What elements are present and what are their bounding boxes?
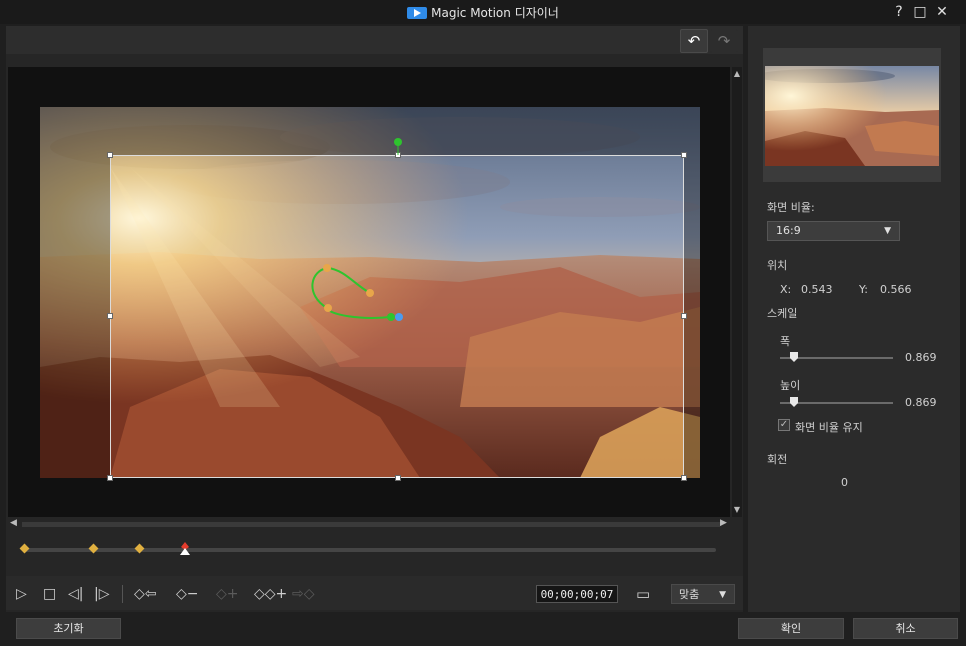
cancel-button[interactable]: 취소	[853, 618, 958, 639]
x-label: X:	[780, 283, 792, 296]
crop-handle-right[interactable]	[681, 313, 687, 319]
chevron-down-icon: ▼	[719, 590, 726, 600]
previous-keyframe-button[interactable]: ◇⇦	[134, 585, 157, 603]
playback-bar	[6, 576, 743, 610]
next-frame-button[interactable]: |▷	[94, 585, 109, 603]
rotation-label: 회전	[767, 453, 788, 466]
add-keyframe-disabled-button[interactable]: ◇+	[216, 585, 239, 603]
undo-button[interactable]: ↶	[680, 29, 708, 53]
ok-button[interactable]: 확인	[738, 618, 844, 639]
scroll-track[interactable]	[22, 522, 720, 527]
crop-handle-bottom-left[interactable]	[107, 475, 113, 481]
redo-button[interactable]: ↷	[710, 29, 738, 53]
next-keyframe-button[interactable]: ⇨◇	[292, 585, 315, 603]
aspect-ratio-label: 화면 비율:	[767, 201, 815, 214]
x-value[interactable]: 0.543	[801, 283, 833, 296]
zoom-fit-dropdown[interactable]: 맞춤 ▼	[671, 584, 735, 604]
output-preview	[763, 48, 941, 182]
rotate-handle[interactable]	[394, 138, 402, 146]
height-label: 높이	[780, 379, 801, 392]
crop-handle-bottom-right[interactable]	[681, 475, 687, 481]
duplicate-keyframe-button[interactable]: ◇◇+	[254, 585, 287, 603]
position-label: 위치	[767, 259, 788, 272]
motion-path-overlay	[311, 138, 403, 321]
width-value: 0.869	[905, 351, 937, 364]
preview-thumbnail	[765, 66, 939, 166]
path-control-point[interactable]	[324, 304, 332, 312]
scroll-down-arrow-icon[interactable]: ▼	[732, 505, 742, 514]
height-value: 0.869	[905, 396, 937, 409]
vertical-scrollbar[interactable]: ▲ ▼	[732, 67, 742, 517]
crop-handle-top-right[interactable]	[681, 152, 687, 158]
motion-path[interactable]	[311, 266, 391, 319]
top-toolbar	[6, 26, 743, 54]
scale-label: 스케일	[767, 307, 798, 320]
timeline-track[interactable]	[22, 548, 716, 552]
scroll-left-arrow-icon[interactable]: ◀	[10, 518, 17, 528]
aspect-ratio-value: 16:9	[776, 224, 801, 237]
zoom-fit-label: 맞춤	[679, 588, 700, 601]
crop-handle-left[interactable]	[107, 313, 113, 319]
play-button[interactable]: ▷	[16, 585, 27, 603]
safe-zone-icon[interactable]: ▭	[636, 585, 650, 603]
path-anchor-point[interactable]	[395, 313, 403, 321]
timecode-field[interactable]: 00;00;00;07	[536, 585, 618, 603]
help-button[interactable]: ?	[890, 3, 908, 21]
path-control-point[interactable]	[323, 264, 331, 272]
width-label: 폭	[780, 335, 791, 348]
app-logo-icon	[407, 7, 428, 19]
scroll-up-arrow-icon[interactable]: ▲	[732, 69, 742, 78]
rotation-value[interactable]: 0	[841, 476, 848, 489]
scroll-right-arrow-icon[interactable]: ▶	[720, 518, 727, 528]
horizontal-scrollbar[interactable]: ◀ ▶	[8, 518, 730, 530]
stop-button[interactable]: □	[43, 585, 56, 603]
y-value[interactable]: 0.566	[880, 283, 912, 296]
path-point-current[interactable]	[387, 313, 395, 321]
y-label: Y:	[859, 283, 868, 296]
close-button[interactable]: ✕	[933, 3, 951, 21]
toolbar-divider	[122, 585, 123, 603]
keep-ratio-checkbox[interactable]: ✓	[778, 419, 790, 431]
keep-ratio-label: 화면 비율 유지	[795, 421, 863, 434]
previous-frame-button[interactable]: ◁|	[68, 585, 83, 603]
crop-handle-top-left[interactable]	[107, 152, 113, 158]
path-control-point[interactable]	[366, 289, 374, 297]
playhead-icon[interactable]	[179, 542, 191, 556]
aspect-ratio-dropdown[interactable]: 16:9 ▼	[767, 221, 900, 241]
reset-button[interactable]: 초기화	[16, 618, 121, 639]
remove-keyframe-button[interactable]: ◇−	[176, 585, 199, 603]
window-title: Magic Motion 디자이너	[0, 4, 966, 21]
chevron-down-icon: ▼	[884, 226, 891, 236]
crop-handle-bottom[interactable]	[395, 475, 401, 481]
maximize-button[interactable]: □	[911, 3, 929, 21]
